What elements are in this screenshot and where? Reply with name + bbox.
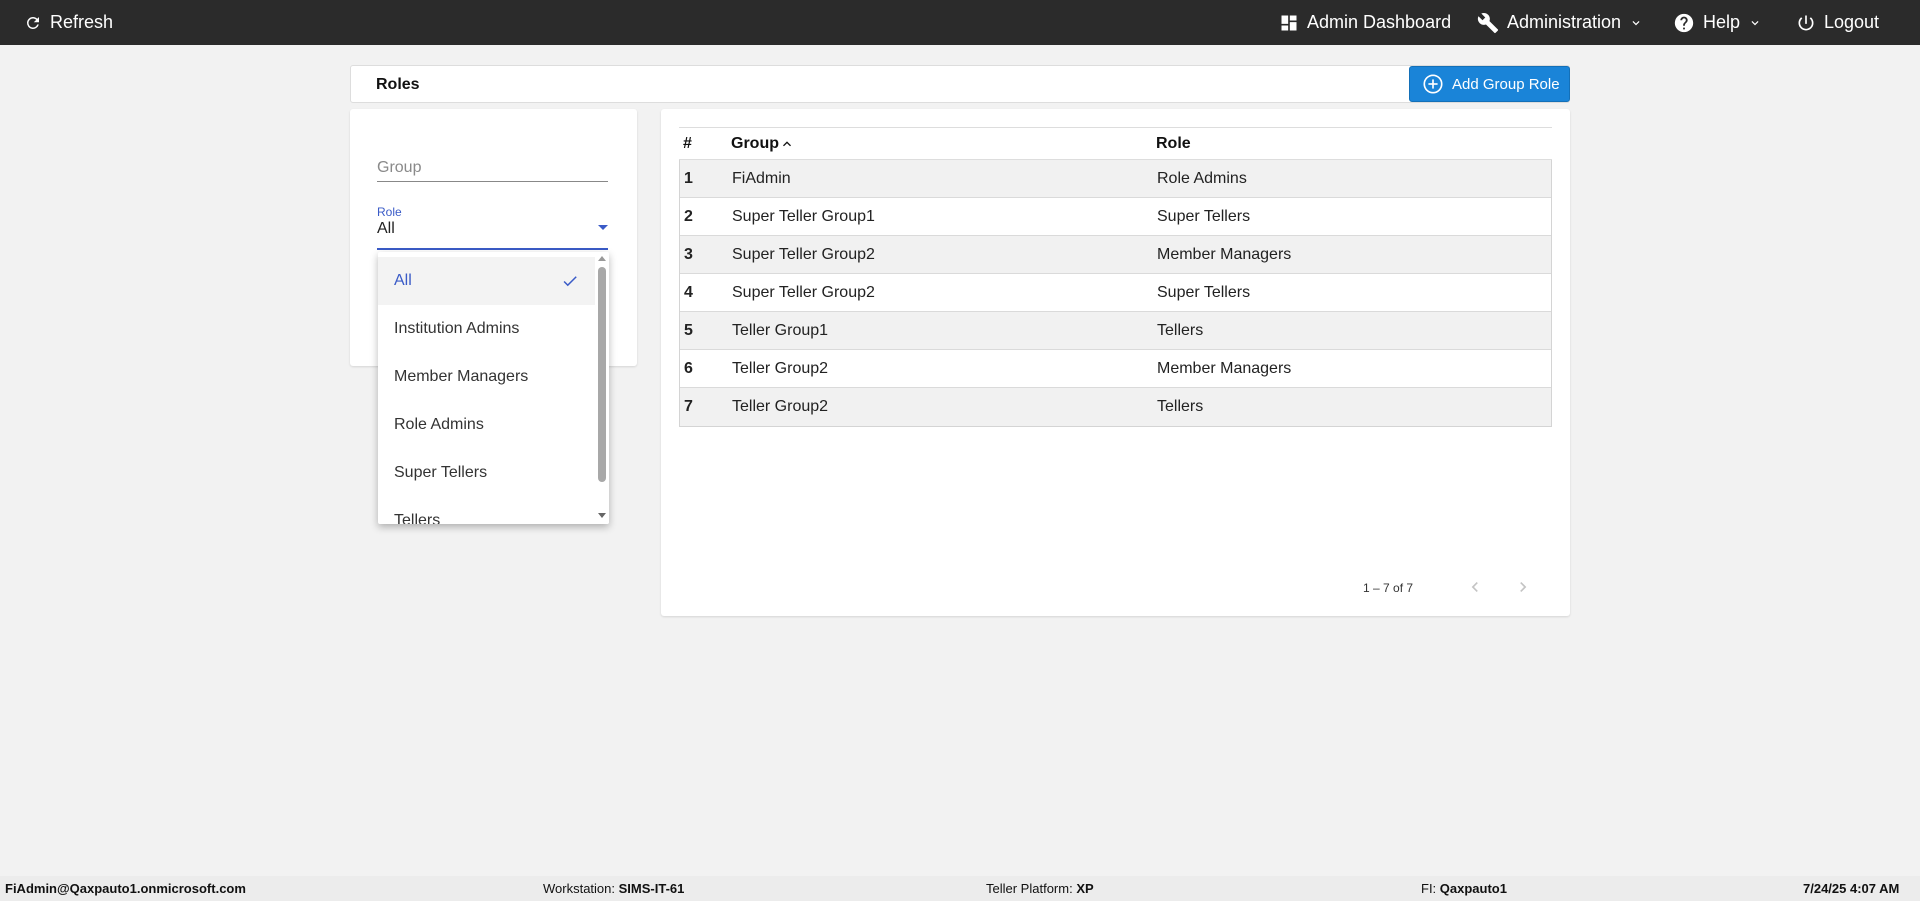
role-option-label: Tellers <box>394 512 441 524</box>
administration-label: Administration <box>1507 12 1622 32</box>
row-group: Teller Group1 <box>732 322 829 339</box>
scroll-up-arrow-icon[interactable] <box>598 256 606 261</box>
help-label: Help <box>1703 12 1741 32</box>
table-row[interactable]: 3 Super Teller Group2 Member Managers <box>680 236 1551 274</box>
role-option-label: Member Managers <box>394 368 529 385</box>
top-nav-bar: Refresh Admin Dashboard Administration H… <box>0 0 1920 45</box>
row-number: 2 <box>684 208 693 225</box>
scroll-down-arrow-icon[interactable] <box>598 513 606 518</box>
table-row[interactable]: 4 Super Teller Group2 Super Tellers <box>680 274 1551 312</box>
wrench-icon <box>1477 12 1499 33</box>
chevron-down-icon <box>1751 20 1759 25</box>
role-filter-value: All <box>377 220 395 237</box>
column-header-role: Role <box>1156 135 1191 152</box>
refresh-label: Refresh <box>50 12 114 32</box>
role-option-member-managers[interactable]: Member Managers <box>378 353 595 401</box>
table-row[interactable]: 1 FiAdmin Role Admins <box>680 160 1551 198</box>
table-row[interactable]: 2 Super Teller Group1 Super Tellers <box>680 198 1551 236</box>
teller-platform-label: Teller Platform: <box>986 881 1073 896</box>
row-number: 7 <box>684 398 693 415</box>
fi-info: FI: Qaxpauto1 <box>1421 881 1507 896</box>
row-group: Teller Group2 <box>732 360 829 377</box>
row-group: FiAdmin <box>732 170 791 187</box>
column-header-group[interactable]: Group <box>731 135 795 153</box>
row-role: Tellers <box>1157 398 1204 415</box>
table-header: # Group Role <box>679 127 1552 160</box>
pagination-range: 1 – 7 of 7 <box>1363 581 1414 595</box>
role-filter-select[interactable]: Role All <box>377 205 608 250</box>
row-number: 6 <box>684 360 693 377</box>
workstation-label: Workstation: <box>543 881 616 896</box>
logout-label: Logout <box>1824 12 1880 32</box>
status-bar: FiAdmin@Qaxpauto1.onmicrosoft.com Workst… <box>0 876 1920 901</box>
roles-table-panel: # Group Role 1 FiAdmin Role Admins 2 Sup… <box>661 109 1570 616</box>
role-option-institution-admins[interactable]: Institution Admins <box>378 305 595 353</box>
fi-value: Qaxpauto1 <box>1439 881 1507 896</box>
add-group-role-label: Add Group Role <box>1452 75 1560 93</box>
admin-dashboard-label: Admin Dashboard <box>1307 12 1452 32</box>
dropdown-scrollbar[interactable] <box>595 252 609 524</box>
row-number: 1 <box>684 170 693 187</box>
row-number: 4 <box>684 284 693 301</box>
role-dropdown-list: All Institution Admins Member Managers R… <box>378 252 609 524</box>
scrollbar-thumb[interactable] <box>598 267 606 482</box>
row-number: 3 <box>684 246 693 263</box>
role-option-label: Institution Admins <box>394 320 520 337</box>
add-circle-icon <box>1423 74 1443 94</box>
row-role: Tellers <box>1157 322 1204 339</box>
role-option-label: Role Admins <box>394 416 484 433</box>
page-title: Roles <box>376 76 420 93</box>
refresh-icon <box>26 16 39 29</box>
teller-platform-value: XP <box>1076 881 1094 896</box>
table-body: 1 FiAdmin Role Admins 2 Super Teller Gro… <box>679 160 1552 427</box>
column-header-number: # <box>683 135 692 152</box>
caret-down-icon <box>598 225 608 230</box>
table-row[interactable]: 7 Teller Group2 Tellers <box>680 388 1551 426</box>
table-row[interactable]: 6 Teller Group2 Member Managers <box>680 350 1551 388</box>
table-row[interactable]: 5 Teller Group1 Tellers <box>680 312 1551 350</box>
column-header-group-label: Group <box>731 135 779 152</box>
role-option-label: All <box>394 272 412 289</box>
role-option-label: Super Tellers <box>394 464 488 481</box>
row-number: 5 <box>684 322 693 339</box>
row-group: Teller Group2 <box>732 398 829 415</box>
logout-button[interactable]: Logout <box>1796 0 1879 45</box>
role-option-tellers[interactable]: Tellers <box>378 497 595 524</box>
row-group: Super Teller Group1 <box>732 208 875 225</box>
power-icon <box>1798 15 1814 30</box>
role-option-all[interactable]: All <box>378 257 595 305</box>
refresh-button[interactable]: Refresh <box>24 0 113 45</box>
page-header: Roles <box>350 65 1570 103</box>
fi-label: FI: <box>1421 881 1437 896</box>
help-menu[interactable]: Help <box>1673 0 1762 45</box>
role-filter-label: Role <box>377 205 402 219</box>
row-group: Super Teller Group2 <box>732 246 875 263</box>
row-role: Super Tellers <box>1157 208 1251 225</box>
workstation-info: Workstation: SIMS-IT-61 <box>543 881 684 896</box>
sort-ascending-icon <box>783 141 791 147</box>
help-icon <box>1674 13 1694 32</box>
row-role: Super Tellers <box>1157 284 1251 301</box>
row-role: Member Managers <box>1157 360 1292 377</box>
dashboard-icon <box>1281 15 1297 30</box>
group-filter-input[interactable] <box>377 154 608 182</box>
role-option-super-tellers[interactable]: Super Tellers <box>378 449 595 497</box>
role-option-role-admins[interactable]: Role Admins <box>378 401 595 449</box>
admin-dashboard-link[interactable]: Admin Dashboard <box>1279 0 1451 45</box>
row-role: Member Managers <box>1157 246 1292 263</box>
user-email: FiAdmin@Qaxpauto1.onmicrosoft.com <box>5 881 246 896</box>
current-datetime: 7/24/25 4:07 AM <box>1803 881 1900 896</box>
row-group: Super Teller Group2 <box>732 284 875 301</box>
administration-menu[interactable]: Administration <box>1477 0 1643 45</box>
chevron-right-icon[interactable] <box>1513 577 1533 597</box>
chevron-down-icon <box>1632 20 1640 25</box>
chevron-left-icon[interactable] <box>1465 577 1485 597</box>
workstation-value: SIMS-IT-61 <box>618 881 685 896</box>
row-role: Role Admins <box>1157 170 1247 187</box>
check-icon <box>563 276 577 287</box>
teller-platform-info: Teller Platform: XP <box>986 881 1094 896</box>
add-group-role-button[interactable]: Add Group Role <box>1409 66 1570 102</box>
